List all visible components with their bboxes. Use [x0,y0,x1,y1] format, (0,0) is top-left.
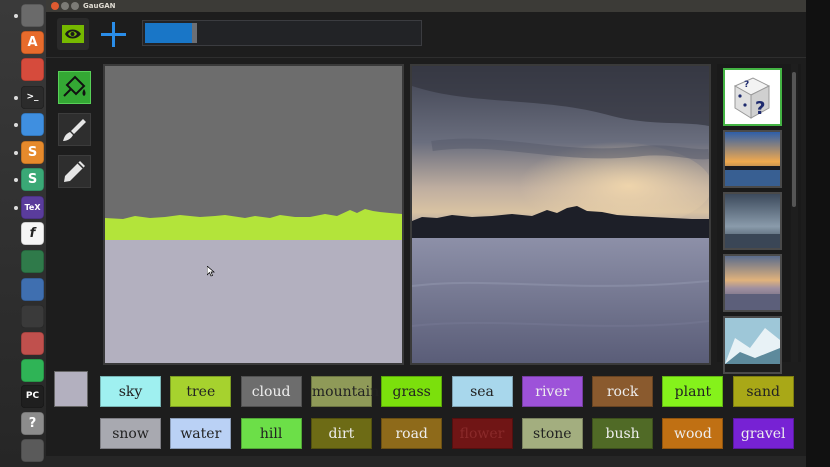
swatch-tree[interactable]: tree [170,376,232,407]
launcher: A >_ S S TeX f PC? [0,0,47,467]
swatch-snow[interactable]: snow [100,418,161,449]
swatch-flower[interactable]: flower [451,418,513,449]
segmentation-map [105,66,402,363]
close-window-button[interactable] [51,2,59,10]
color-picker-icon[interactable] [21,250,44,273]
swatch-gravel[interactable]: gravel [732,418,794,449]
swatch-stone[interactable]: stone [521,418,583,449]
window-title: GauGAN [83,2,116,10]
mouse-cursor-icon [207,266,215,277]
software-center-icon[interactable]: A [21,31,44,54]
maximize-window-button[interactable] [71,2,79,10]
style-thumbnail-glacier[interactable] [723,316,782,374]
style-thumbnail-sunset-lake[interactable] [723,130,782,188]
fill-tool-button[interactable] [58,71,91,104]
segmentation-canvas[interactable] [103,64,404,365]
running-indicator [14,206,18,210]
swatch-mountain[interactable]: mountain [310,376,379,407]
swatch-grass[interactable]: grass [381,376,443,407]
svg-text:?: ? [744,80,749,90]
swatch-road[interactable]: road [381,418,443,449]
thumbnails-scrollbar-thumb[interactable] [792,72,796,207]
texmaker-icon[interactable]: TeX [21,196,44,219]
style-slider-handle[interactable] [192,23,197,43]
help-icon[interactable]: ? [21,412,44,435]
swatch-cloud[interactable]: cloud [240,376,302,407]
swatch-wood[interactable]: wood [662,418,724,449]
terminal-icon[interactable]: >_ [21,86,44,109]
sublime-text-icon[interactable]: S [21,141,44,164]
draw-icon[interactable] [21,278,44,301]
brush-tool-button[interactable] [58,113,91,146]
running-indicator [14,14,18,18]
cloudy-sea-image [725,194,780,248]
brush-icon [63,119,86,141]
nvidia-logo-icon [62,25,84,43]
pencil-tool-button[interactable] [58,155,91,188]
running-indicator [14,123,18,127]
current-color-preview [54,371,88,407]
minimize-window-button[interactable] [61,2,69,10]
running-indicator [14,178,18,182]
swatch-water[interactable]: water [170,418,232,449]
running-indicator [14,151,18,155]
ubuntu-dash-icon[interactable] [21,4,44,27]
new-canvas-button[interactable] [97,18,129,50]
generated-landscape-image [412,66,709,363]
paint-bucket-icon [63,75,86,97]
formula-icon[interactable]: f [21,222,44,245]
svg-text:?: ? [755,98,765,119]
settings-icon[interactable] [21,58,44,81]
swatch-sky[interactable]: sky [100,376,161,407]
spotify-icon[interactable] [21,359,44,382]
swatch-river[interactable]: river [521,376,583,407]
golden-sky-image [725,256,780,310]
notes-icon[interactable] [21,332,44,355]
screenshot-icon[interactable] [21,305,44,328]
window-right-edge [806,0,830,467]
pencil-icon [64,161,85,182]
glacier-image [725,318,780,364]
dice-icon: ? ? [725,70,780,124]
running-indicator [14,96,18,100]
nvidia-logo-button[interactable] [57,18,89,50]
swatch-bush[interactable]: bush [592,418,654,449]
output-image [410,64,711,365]
swatch-sea[interactable]: sea [451,376,513,407]
chrome-icon[interactable] [21,113,44,136]
plus-icon [101,22,126,47]
swatch-dirt[interactable]: dirt [310,418,372,449]
style-slider[interactable] [142,20,422,46]
trash-icon[interactable] [21,439,44,462]
window-bottom-edge [46,456,806,467]
style-thumbnail-cloudy-sea[interactable] [723,192,782,250]
toolbar-divider [46,57,806,58]
pycharm-icon[interactable]: PC [21,385,44,408]
swatch-plant[interactable]: plant [662,376,724,407]
style-slider-fill [145,23,192,43]
style-thumbnail-golden-sky[interactable] [723,254,782,312]
random-style-thumbnail[interactable]: ? ? [723,68,782,126]
swatch-rock[interactable]: rock [592,376,654,407]
title-bar: GauGAN [46,0,806,12]
style-thumbnails-panel: ? ? [717,64,801,374]
slack-icon[interactable]: S [21,168,44,191]
sunset-lake-image [725,132,780,186]
swatch-sand[interactable]: sand [732,376,794,407]
swatch-hill[interactable]: hill [240,418,302,449]
